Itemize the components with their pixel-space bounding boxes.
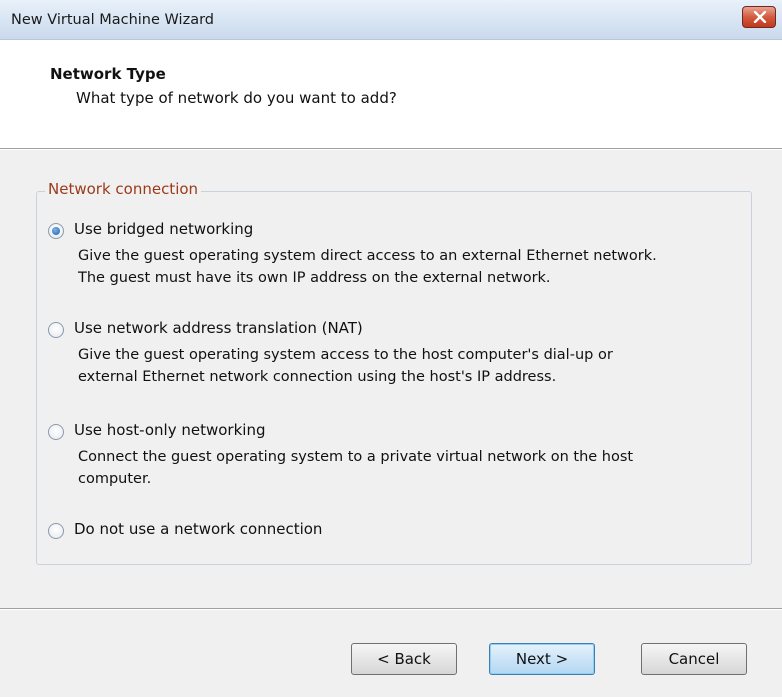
radio-nat[interactable] [48,322,64,338]
option-description-bridged: Give the guest operating system direct a… [78,245,657,289]
option-label-bridged[interactable]: Use bridged networking [74,220,253,238]
close-button[interactable] [742,6,776,28]
page-subtitle: What type of network do you want to add? [76,89,397,107]
description-line: Connect the guest operating system to a … [78,449,634,465]
description-line: The guest must have its own IP address o… [78,270,551,286]
description-line: Give the guest operating system access t… [78,347,613,363]
option-label-no-network[interactable]: Do not use a network connection [74,520,322,538]
cancel-button[interactable]: Cancel [641,643,747,675]
title-bar: New Virtual Machine Wizard [0,0,782,40]
wizard-header: Network Type What type of network do you… [0,40,782,149]
option-label-nat[interactable]: Use network address translation (NAT) [74,319,363,337]
description-line: Give the guest operating system direct a… [78,248,657,264]
option-description-nat: Give the guest operating system access t… [78,344,613,388]
window-title: New Virtual Machine Wizard [11,12,214,28]
radio-bridged[interactable] [48,223,64,239]
option-label-host-only[interactable]: Use host-only networking [74,421,265,439]
description-line: computer. [78,471,152,487]
option-description-host-only: Connect the guest operating system to a … [78,446,633,490]
close-icon [753,11,767,23]
footer-divider-highlight [0,609,782,610]
page-title: Network Type [50,65,166,83]
description-line: external Ethernet network connection usi… [78,369,557,385]
header-divider [0,149,782,150]
radio-host-only[interactable] [48,424,64,440]
radio-no-network[interactable] [48,523,64,539]
radio-selected-dot [52,227,60,235]
group-legend: Network connection [45,180,202,198]
back-button[interactable]: < Back [351,643,457,675]
next-button[interactable]: Next > [489,643,595,675]
